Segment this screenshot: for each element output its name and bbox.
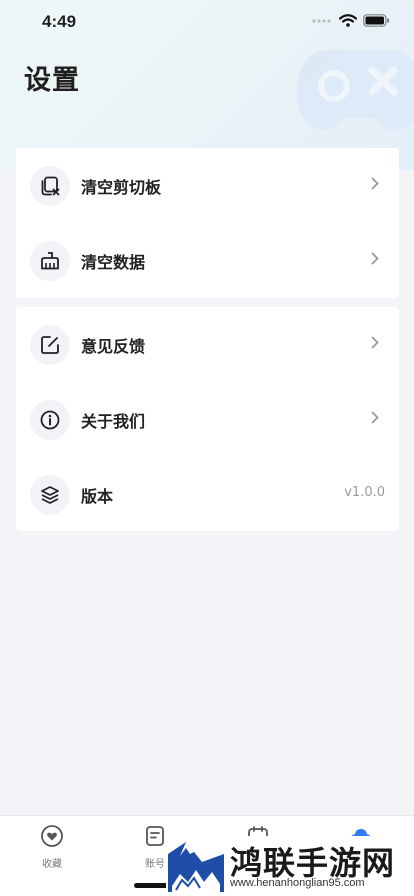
status-icons bbox=[311, 14, 390, 27]
tab-favorites[interactable]: 收藏 bbox=[22, 824, 82, 870]
settings-group-about: 意见反馈 关于我们 版本 v1.0.0 bbox=[16, 307, 399, 531]
clear-clipboard-label: 清空剪切板 bbox=[81, 177, 162, 197]
heart-icon bbox=[41, 825, 63, 847]
wifi-icon bbox=[339, 14, 357, 27]
battery-icon bbox=[363, 14, 389, 27]
edit-note-icon bbox=[30, 324, 70, 365]
watermark-logo-icon bbox=[168, 836, 224, 892]
layers-icon bbox=[30, 474, 70, 515]
about-us-label: 关于我们 bbox=[81, 411, 146, 431]
chevron-right-icon bbox=[371, 177, 379, 190]
status-bar: 4:49 bbox=[0, 0, 414, 46]
settings-group-data: 清空剪切板 清空数据 bbox=[16, 148, 399, 298]
signal-icon bbox=[312, 18, 331, 23]
account-doc-icon bbox=[146, 826, 164, 846]
clear-clipboard-item[interactable]: 清空剪切板 bbox=[16, 148, 399, 223]
about-us-item[interactable]: 关于我们 bbox=[16, 382, 399, 457]
watermark-url: www.henanhonglian95.com bbox=[230, 877, 365, 889]
version-item: 版本 v1.0.0 bbox=[16, 457, 399, 532]
clear-data-label: 清空数据 bbox=[81, 252, 146, 272]
tab-favorites-label: 收藏 bbox=[42, 859, 62, 870]
watermark: 鸿联手游网 www.henanhonglian95.com bbox=[166, 836, 414, 892]
chevron-right-icon bbox=[371, 411, 379, 424]
feedback-label: 意见反馈 bbox=[81, 336, 146, 356]
gamepad-decoration-icon bbox=[296, 50, 414, 131]
feedback-item[interactable]: 意见反馈 bbox=[16, 307, 399, 382]
clipboard-clear-icon bbox=[30, 165, 70, 206]
page-title: 设置 bbox=[24, 65, 80, 96]
version-value: v1.0.0 bbox=[344, 485, 385, 500]
info-icon bbox=[30, 399, 70, 440]
broom-icon bbox=[30, 240, 70, 281]
chevron-right-icon bbox=[371, 252, 379, 265]
clear-data-item[interactable]: 清空数据 bbox=[16, 223, 399, 298]
status-time: 4:49 bbox=[42, 12, 77, 31]
chevron-right-icon bbox=[371, 336, 379, 349]
version-label: 版本 bbox=[81, 486, 114, 506]
